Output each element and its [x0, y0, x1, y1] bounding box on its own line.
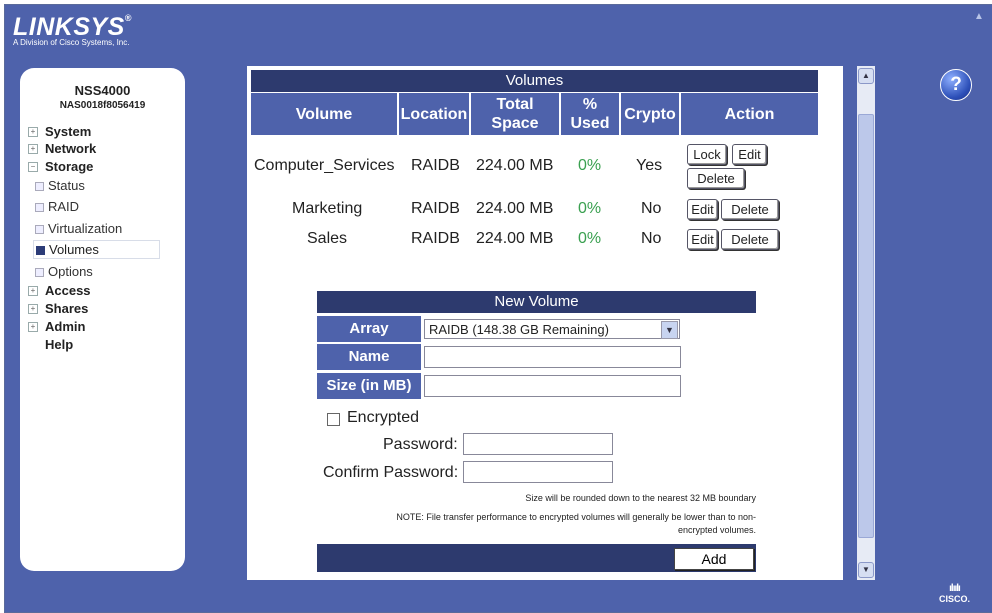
delete-button[interactable]: Delete: [687, 168, 745, 189]
lock-button[interactable]: Lock: [687, 144, 727, 165]
device-serial: NAS0018f8056419: [59, 100, 146, 111]
sidebar-item-raid[interactable]: RAID: [33, 198, 83, 215]
cell-total: 224.00 MB: [476, 157, 554, 174]
help-icon[interactable]: ?: [940, 69, 972, 101]
col-header-used: % Used: [561, 93, 621, 135]
sidebar-item-storage[interactable]: − Storage: [28, 159, 93, 174]
size-label: Size (in MB): [317, 373, 421, 399]
expand-icon[interactable]: +: [28, 322, 38, 332]
col-header-volume: Volume: [251, 93, 399, 135]
perf-note-line2: encrypted volumes.: [677, 525, 756, 535]
sidebar-item-access[interactable]: + Access: [28, 283, 91, 298]
col-header-location: Location: [399, 93, 471, 135]
form-footer: Add: [317, 544, 756, 572]
bullet-icon: [36, 246, 45, 255]
col-header-crypto: Crypto: [621, 93, 681, 135]
sidebar-item-status[interactable]: Status: [33, 177, 89, 194]
perf-note-line1: NOTE: File transfer performance to encry…: [396, 512, 756, 522]
encrypted-checkbox[interactable]: [327, 413, 340, 426]
sidebar-item-admin[interactable]: + Admin: [28, 319, 85, 334]
cell-location: RAIDB: [411, 157, 460, 174]
scrollbar-thumb[interactable]: [858, 114, 874, 538]
add-button[interactable]: Add: [674, 548, 754, 570]
size-note: Size will be rounded down to the nearest…: [525, 493, 756, 503]
expand-icon[interactable]: +: [28, 286, 38, 296]
main-area: NSS4000 NAS0018f8056419 + System + Network…: [5, 56, 992, 580]
confirm-password-input[interactable]: [463, 461, 613, 483]
content-pane: Volumes Volume Location Total Space % Used…: [247, 66, 843, 580]
bullet-icon: [35, 182, 44, 191]
chevron-up-icon[interactable]: ▲: [858, 68, 874, 84]
cisco-logo: ılıılı CISCO.: [938, 583, 970, 605]
cell-volume: Marketing: [292, 200, 363, 217]
edit-button[interactable]: Edit: [687, 229, 718, 250]
header-bar: LINKSYS® A Division of Cisco Systems, In…: [5, 5, 992, 56]
col-header-action: Action: [681, 93, 818, 135]
cell-used: 0%: [578, 200, 602, 217]
sidebar-item-shares[interactable]: + Shares: [28, 301, 88, 316]
chevron-down-icon[interactable]: ▼: [858, 562, 874, 578]
encrypted-label: Encrypted: [347, 409, 420, 426]
cell-total: 224.00 MB: [476, 230, 554, 247]
collapse-icon[interactable]: −: [28, 162, 38, 172]
cell-volume: Computer_Services: [254, 157, 395, 174]
bullet-icon: [35, 268, 44, 277]
sidebar-item-volumes[interactable]: Volumes: [33, 240, 160, 259]
cell-crypto: No: [641, 230, 662, 247]
expand-icon[interactable]: +: [28, 304, 38, 314]
bullet-icon: [35, 225, 44, 234]
expand-icon[interactable]: +: [28, 144, 38, 154]
sidebar-item-system[interactable]: + System: [28, 124, 91, 139]
confirm-password-label: Confirm Password:: [323, 464, 459, 481]
cisco-bars-icon: ılıılı: [949, 583, 961, 594]
chevron-down-icon[interactable]: ▼: [661, 321, 678, 339]
name-label: Name: [317, 344, 421, 370]
delete-button[interactable]: Delete: [721, 229, 779, 250]
sidebar-item-network[interactable]: + Network: [28, 141, 96, 156]
cell-location: RAIDB: [411, 200, 460, 217]
delete-button[interactable]: Delete: [721, 199, 779, 220]
app-window: LINKSYS® A Division of Cisco Systems, In…: [4, 4, 992, 613]
sidebar-item-help[interactable]: Help: [45, 337, 73, 352]
array-label: Array: [317, 316, 421, 342]
size-input[interactable]: [424, 375, 681, 397]
content-scrollbar[interactable]: ▲ ▼: [857, 66, 875, 580]
cell-crypto: No: [641, 200, 662, 217]
footer-bar: ılıılı CISCO.: [5, 580, 992, 612]
cell-total: 224.00 MB: [476, 200, 554, 217]
edit-button[interactable]: Edit: [687, 199, 718, 220]
device-model: NSS4000: [74, 83, 131, 98]
new-volume-title: New Volume: [317, 291, 756, 313]
chevron-up-icon[interactable]: ▲: [974, 11, 986, 25]
sidebar: NSS4000 NAS0018f8056419 + System + Network…: [20, 68, 185, 571]
logo-subtitle: A Division of Cisco Systems, Inc.: [13, 38, 130, 47]
password-label: Password:: [383, 436, 458, 453]
bullet-icon: [35, 203, 44, 212]
expand-icon[interactable]: +: [28, 127, 38, 137]
sidebar-item-options[interactable]: Options: [33, 263, 97, 280]
sidebar-item-virtualization[interactable]: Virtualization: [33, 220, 126, 237]
cell-volume: Sales: [307, 230, 348, 247]
col-header-total-space: Total Space: [471, 93, 561, 135]
edit-button[interactable]: Edit: [732, 144, 767, 165]
cell-location: RAIDB: [411, 230, 460, 247]
cell-used: 0%: [578, 230, 602, 247]
password-input[interactable]: [463, 433, 613, 455]
volumes-title: Volumes: [251, 70, 818, 92]
cell-crypto: Yes: [636, 157, 663, 174]
cell-used: 0%: [578, 157, 602, 174]
name-input[interactable]: [424, 346, 681, 368]
array-select[interactable]: RAIDB (148.38 GB Remaining) ▼: [424, 319, 680, 339]
